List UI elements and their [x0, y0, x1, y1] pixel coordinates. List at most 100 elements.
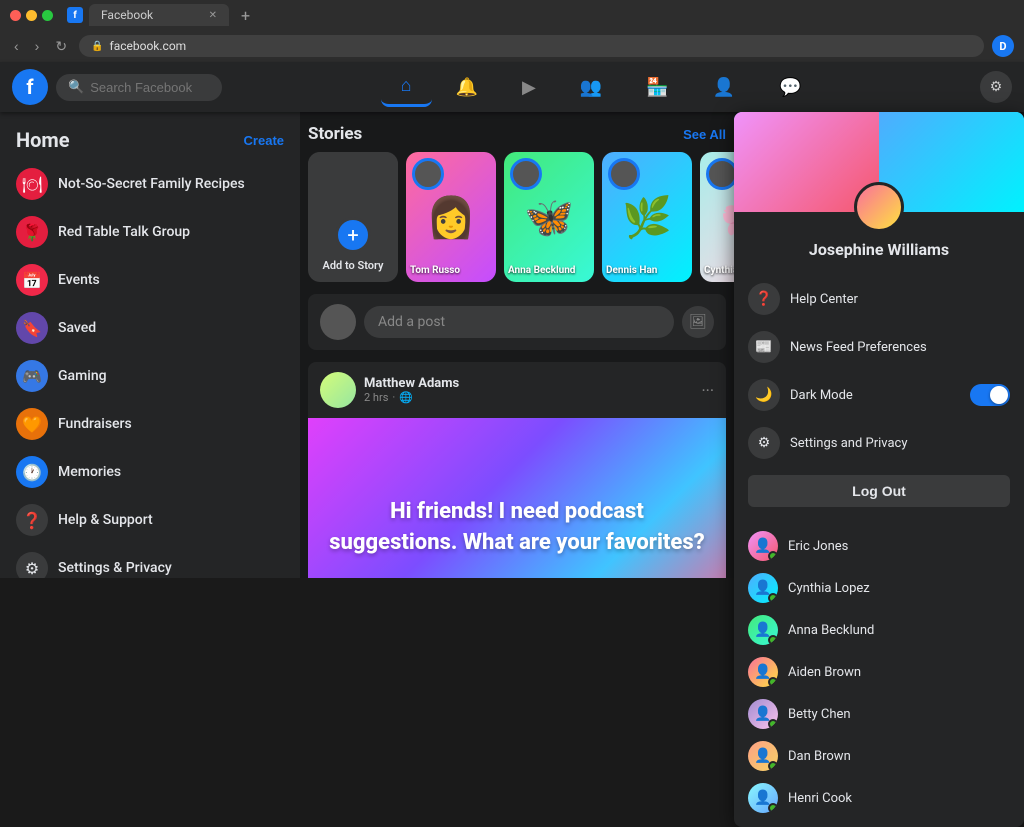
forward-button[interactable]: ›: [31, 36, 44, 56]
left-sidebar: Home Create 🍽 Not-So-Secret Family Recip…: [0, 62, 300, 578]
composer-avatar: [320, 304, 356, 340]
settings-gear-button[interactable]: ⚙: [980, 71, 1012, 103]
feed-content: Stories See All + Add to Story 👩: [300, 112, 734, 578]
friend-name-anna: Anna Becklund: [788, 623, 874, 638]
sidebar-item-settings[interactable]: ⚙ Settings & Privacy: [8, 544, 292, 578]
maximize-button[interactable]: [42, 10, 53, 21]
url-text: facebook.com: [110, 39, 187, 53]
nav-groups[interactable]: 👤: [693, 67, 755, 107]
friend-dan-brown[interactable]: 👤 Dan Brown: [734, 735, 1024, 777]
new-tab-button[interactable]: +: [235, 6, 256, 25]
sidebar-label-events: Events: [58, 272, 100, 288]
profile-main-avatar[interactable]: [854, 182, 904, 232]
sidebar-label-settings: Settings & Privacy: [58, 560, 172, 576]
story-name-3: Dennis Han: [606, 265, 688, 276]
dropdown-news-feed[interactable]: 📰 News Feed Preferences: [734, 323, 1024, 371]
nav-right: ⚙: [980, 71, 1012, 103]
sidebar-label-memories: Memories: [58, 464, 121, 480]
sidebar-item-fundraisers[interactable]: 🧡 Fundraisers: [8, 400, 292, 448]
search-icon: 🔍: [68, 80, 84, 95]
main-feed: Stories See All + Add to Story 👩: [300, 62, 734, 578]
settings-icon: ⚙: [16, 552, 48, 578]
close-button[interactable]: [10, 10, 21, 21]
right-panel: Josephine Williams ❓ Help Center 📰 News …: [734, 62, 1024, 578]
sidebar-item-events[interactable]: 📅 Events: [8, 256, 292, 304]
story-card-cynthia[interactable]: 🌸 Cynthia Lopez: [700, 152, 734, 282]
sidebar-label-red-table: Red Table Talk Group: [58, 224, 190, 240]
online-dot-cynthia: [768, 593, 778, 603]
minimize-button[interactable]: [26, 10, 37, 21]
sidebar-item-red-table[interactable]: 🌹 Red Table Talk Group: [8, 208, 292, 256]
stories-row: + Add to Story 👩 Tom Russo 🦋: [308, 152, 726, 282]
family-recipes-icon: 🍽: [16, 168, 48, 200]
post-header: Matthew Adams 2 hrs · 🌐 ···: [308, 362, 726, 418]
post-time: 2 hrs · 🌐: [364, 391, 693, 404]
friend-henri-cook[interactable]: 👤 Henri Cook: [734, 777, 1024, 819]
red-table-icon: 🌹: [16, 216, 48, 248]
dark-mode-label: Dark Mode: [790, 388, 853, 403]
logout-button[interactable]: Log Out: [748, 475, 1010, 507]
composer-input[interactable]: Add a post: [364, 306, 674, 338]
browser-profile-icon[interactable]: D: [992, 35, 1014, 57]
profile-name: Josephine Williams: [748, 240, 1010, 259]
story-card-tom[interactable]: 👩 Tom Russo: [406, 152, 496, 282]
sidebar-item-gaming[interactable]: 🎮 Gaming: [8, 352, 292, 400]
search-input[interactable]: [90, 80, 210, 95]
dropdown-settings-privacy[interactable]: ⚙ Settings and Privacy: [734, 419, 1024, 467]
create-button[interactable]: Create: [244, 133, 284, 148]
post-text: Hi friends! I need podcast suggestions. …: [328, 497, 706, 559]
post-more-button[interactable]: ···: [701, 381, 714, 400]
friend-avatar-betty: 👤: [748, 699, 778, 729]
friend-cynthia-lopez[interactable]: 👤 Cynthia Lopez: [734, 567, 1024, 609]
sidebar-item-family-recipes[interactable]: 🍽 Not-So-Secret Family Recipes: [8, 160, 292, 208]
friend-name-betty: Betty Chen: [788, 707, 851, 722]
facebook-logo[interactable]: f: [12, 69, 48, 105]
address-bar-row: ‹ › ↻ 🔒 facebook.com D: [0, 30, 1024, 62]
dropdown-dark-mode[interactable]: 🌙 Dark Mode: [734, 371, 1024, 419]
friend-betty-chen[interactable]: 👤 Betty Chen: [734, 693, 1024, 735]
nav-video[interactable]: ▶: [502, 67, 556, 107]
add-story-card[interactable]: + Add to Story: [308, 152, 398, 282]
help-center-label: Help Center: [790, 292, 858, 307]
nav-home[interactable]: ⌂: [381, 67, 432, 107]
online-dot-betty: [768, 719, 778, 729]
friend-eric-jones[interactable]: 👤 Eric Jones: [734, 525, 1024, 567]
see-all-button[interactable]: See All: [683, 127, 726, 142]
dark-mode-toggle[interactable]: [970, 384, 1010, 406]
story-avatar-4: [706, 158, 734, 190]
post-author-name: Matthew Adams: [364, 376, 693, 391]
sidebar-item-memories[interactable]: 🕐 Memories: [8, 448, 292, 496]
address-bar[interactable]: 🔒 facebook.com: [79, 35, 984, 57]
lock-icon: 🔒: [91, 41, 103, 52]
sidebar-label-family-recipes: Not-So-Secret Family Recipes: [58, 176, 245, 192]
nav-notifications[interactable]: 🔔: [436, 67, 498, 107]
composer-photo-button[interactable]: 🖼: [682, 306, 714, 338]
story-avatar-3: [608, 158, 640, 190]
refresh-button[interactable]: ↻: [51, 36, 71, 57]
nav-friends[interactable]: 👥: [560, 67, 622, 107]
browser-tab[interactable]: Facebook ✕: [89, 4, 229, 26]
tab-close-button[interactable]: ✕: [209, 10, 217, 21]
news-feed-label: News Feed Preferences: [790, 340, 927, 355]
back-button[interactable]: ‹: [10, 36, 23, 56]
dropdown-help-center[interactable]: ❓ Help Center: [734, 275, 1024, 323]
story-card-anna[interactable]: 🦋 Anna Becklund: [504, 152, 594, 282]
sidebar-item-saved[interactable]: 🔖 Saved: [8, 304, 292, 352]
sidebar-label-fundraisers: Fundraisers: [58, 416, 132, 432]
post-meta: Matthew Adams 2 hrs · 🌐: [364, 376, 693, 404]
post-content: Hi friends! I need podcast suggestions. …: [308, 418, 726, 578]
story-name-2: Anna Becklund: [508, 265, 590, 276]
help-center-icon: ❓: [748, 283, 780, 315]
online-dot-dan: [768, 761, 778, 771]
nav-marketplace[interactable]: 🏪: [626, 67, 688, 107]
friend-avatar-dan: 👤: [748, 741, 778, 771]
friend-name-aiden: Aiden Brown: [788, 665, 861, 680]
online-dot-eric: [768, 551, 778, 561]
nav-messenger[interactable]: 💬: [759, 67, 821, 107]
friend-anna-becklund[interactable]: 👤 Anna Becklund: [734, 609, 1024, 651]
story-card-dennis[interactable]: 🌿 Dennis Han: [602, 152, 692, 282]
post-composer[interactable]: Add a post 🖼: [308, 294, 726, 350]
friend-aiden-brown[interactable]: 👤 Aiden Brown: [734, 651, 1024, 693]
sidebar-item-help[interactable]: ❓ Help & Support: [8, 496, 292, 544]
search-bar[interactable]: 🔍: [56, 74, 222, 101]
